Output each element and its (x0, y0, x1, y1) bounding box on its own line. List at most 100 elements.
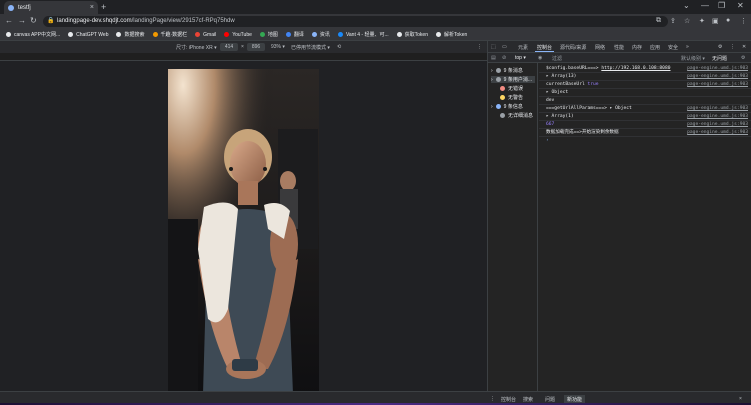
console-line[interactable]: 数据加载完成==>开始渲染剩余数据 page-engine.umd.js:903 (539, 129, 751, 137)
maximize-button[interactable]: ❐ (718, 1, 725, 10)
sidebar-item-messages[interactable]: › 9 条消息 (491, 67, 523, 75)
source-link[interactable]: page-engine.umd.js:903 (687, 73, 748, 81)
console-line[interactable]: dev (539, 97, 751, 105)
sidebar-item-user-messages[interactable]: › 9 条用户消... (491, 76, 535, 83)
tab-elements[interactable]: 元素 (518, 44, 528, 51)
inspect-icon[interactable]: ⬚ (491, 44, 496, 50)
console-settings-icon[interactable]: ⚙ (741, 55, 745, 61)
tab-more[interactable]: » (686, 44, 689, 50)
sidebar-toggle-icon[interactable]: ▤ (491, 55, 496, 61)
bookmark-item[interactable]: ChatGPT Web (68, 32, 108, 38)
console-line[interactable]: ▸ Array(13) page-engine.umd.js:903 (539, 73, 751, 81)
tab-console[interactable]: 控制台 (534, 44, 555, 52)
tab-memory[interactable]: 内存 (632, 44, 642, 51)
bookmark-label: 资讯 (319, 32, 330, 38)
device-toggle-icon[interactable]: ▭ (502, 44, 507, 50)
bookmark-item[interactable]: 地图 (259, 31, 278, 38)
filter-input[interactable]: 过滤 (552, 55, 562, 62)
drawer-tab-search[interactable]: 搜索 (523, 396, 533, 403)
more-options-icon[interactable]: ⋮ (477, 44, 482, 50)
bug-icon (500, 113, 505, 118)
tab-search-icon[interactable]: ⌄ (683, 1, 690, 10)
width-input[interactable]: 414 (220, 43, 238, 51)
clear-console-icon[interactable]: ⊘ (502, 55, 506, 61)
sidebar-icon[interactable]: ▣ (712, 17, 719, 25)
media-query-bar[interactable] (0, 53, 487, 61)
browser-tab[interactable]: testfj × (4, 1, 98, 14)
sidebar-item-verbose[interactable]: 无详细消息 (500, 112, 533, 119)
tab-sources[interactable]: 源代码/来源 (560, 44, 586, 51)
eye-icon[interactable]: ◉ (538, 55, 542, 61)
console-line[interactable]: $config.baseURL===> http://192.168.0.108… (539, 65, 751, 73)
new-tab-button[interactable]: + (101, 2, 106, 12)
console-line[interactable]: 667 page-engine.umd.js:903 (539, 121, 751, 129)
drawer-menu-icon[interactable]: ⋮ (490, 396, 495, 402)
devtools-menu-icon[interactable]: ⋮ (730, 44, 735, 50)
sidebar-item-warnings[interactable]: 无警告 (500, 94, 523, 101)
tab-application[interactable]: 应用 (650, 44, 660, 51)
source-link[interactable]: page-engine.umd.js:903 (687, 113, 748, 121)
reload-icon[interactable]: ↻ (30, 16, 37, 25)
source-link[interactable]: page-engine.umd.js:903 (687, 65, 748, 73)
sidebar-item-errors[interactable]: 无错误 (500, 85, 523, 92)
back-icon[interactable]: ← (5, 16, 13, 25)
source-link[interactable]: page-engine.umd.js:903 (687, 121, 748, 129)
tab-security[interactable]: 安全 (668, 44, 678, 51)
bookmark-item[interactable]: 翻译 (285, 31, 304, 38)
translate-icon[interactable]: ⧉ (656, 17, 661, 25)
bookmark-item[interactable]: 获取Token (396, 31, 428, 38)
forward-icon[interactable]: → (18, 16, 26, 25)
log-levels-select[interactable]: 默认级别 ▾ (681, 55, 705, 62)
url-input[interactable]: 🔒 landingpage-dev.shqdjt.com/landingPage… (43, 16, 668, 27)
minimize-button[interactable]: — (701, 1, 709, 10)
source-link[interactable]: page-engine.umd.js:903 (687, 81, 748, 89)
profile-icon[interactable]: ● (726, 17, 730, 24)
drawer-close-icon[interactable]: × (739, 396, 742, 402)
console-line[interactable]: ▸ Object (539, 89, 751, 97)
page-viewport (0, 61, 487, 394)
console-link[interactable]: http://192.168.0.108:8080 (601, 66, 670, 71)
console-line[interactable]: ▸ Array(1) page-engine.umd.js:903 (539, 113, 751, 121)
throttle-select[interactable]: 已停用节流模式 ▾ (291, 44, 330, 51)
bookmark-label: Vant 4 - 轻量、可... (345, 32, 389, 38)
console-line[interactable]: ===getUrlAllParams===> ▸ Object page-eng… (539, 105, 751, 113)
devtools-close-icon[interactable]: ✕ (742, 44, 746, 50)
sidebar-item-info[interactable]: › 9 条信息 (491, 103, 523, 111)
address-bar-row: ← → ↻ 🔒 landingpage-dev.shqdjt.com/landi… (0, 14, 751, 29)
bookmark-item[interactable]: 解析Token (435, 31, 467, 38)
share-icon[interactable]: ⇪ (670, 17, 676, 25)
height-input[interactable]: 896 (247, 43, 265, 51)
drawer-tab-issues[interactable]: 问题 (545, 396, 555, 403)
bookmark-item[interactable]: YouTube (224, 32, 252, 38)
menu-icon[interactable]: ⋮ (740, 17, 747, 25)
bookmark-label: Gmail (203, 31, 217, 38)
tab-close-icon[interactable]: × (90, 4, 94, 11)
bookmark-item[interactable]: 千趣·数据栏 (152, 31, 187, 38)
bookmark-item[interactable]: 资讯 (311, 31, 330, 38)
issues-badge[interactable]: 无问题 (712, 55, 727, 62)
bookmark-star-icon[interactable]: ☆ (684, 17, 690, 25)
maps-icon (259, 32, 265, 37)
console-prompt[interactable]: › (539, 137, 751, 145)
console-text: dev (546, 98, 555, 103)
chatgpt-icon (68, 32, 74, 37)
tab-performance[interactable]: 性能 (614, 44, 624, 51)
close-window-button[interactable]: ✕ (737, 1, 744, 10)
drawer-tab-console[interactable]: 控制台 (501, 396, 516, 403)
bookmark-item[interactable]: canvas APP中文网... (6, 31, 60, 38)
rotate-icon[interactable]: ⟲ (337, 44, 341, 50)
url-path: /landingPage/view/29157cf-RPq75hdw (131, 18, 235, 24)
extensions-icon[interactable]: ✦ (699, 17, 705, 25)
context-select[interactable]: top ▾ (515, 55, 526, 61)
console-line[interactable]: currentBaseUrl true page-engine.umd.js:9… (539, 81, 751, 89)
tab-network[interactable]: 网络 (595, 44, 605, 51)
settings-icon[interactable]: ⚙ (718, 44, 722, 50)
source-link[interactable]: page-engine.umd.js:903 (687, 129, 748, 137)
source-link[interactable]: page-engine.umd.js:903 (687, 105, 748, 113)
bookmark-item[interactable]: Gmail (195, 32, 216, 38)
console-output: $config.baseURL===> http://192.168.0.108… (539, 63, 751, 391)
zoom-select[interactable]: 93% ▾ (271, 44, 285, 50)
bookmark-item[interactable]: 数据搜索 (116, 31, 145, 38)
device-select[interactable]: 尺寸: iPhone XR ▾ (176, 44, 217, 51)
bookmark-item[interactable]: Vant 4 - 轻量、可... (337, 31, 389, 38)
